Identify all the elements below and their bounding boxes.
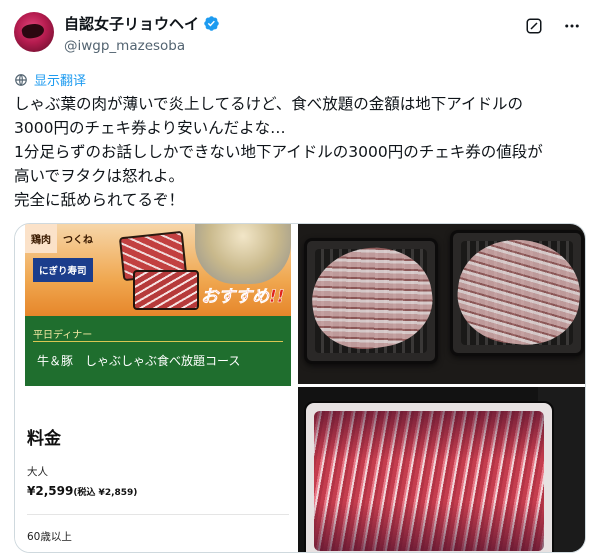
meat-plate-image <box>133 270 199 310</box>
user-handle[interactable]: @iwgp_mazesoba <box>64 38 220 54</box>
header-actions <box>524 16 582 36</box>
adult-price: ¥2,599(税込 ¥2,859) <box>27 484 137 498</box>
adult-price-tax: (税込 ¥2,859) <box>73 488 138 498</box>
verified-badge-icon <box>204 16 219 31</box>
menu-tabs: 鶏肉 つくね <box>25 224 99 253</box>
senior-label: 60歳以上 <box>27 531 72 543</box>
tweet-line: しゃぶ葉の肉が薄いで炎上してるけど、食べ放題の金額は地下アイドルの <box>14 95 524 113</box>
tweet-line: 完全に舐められてるぞ！ <box>14 191 185 209</box>
user-names: 自認女子リョウヘイ @iwgp_mazesoba <box>64 13 220 54</box>
course-subtitle: 平日ディナー <box>33 330 93 341</box>
tweet-line: 3000円のチェキ券より安いんだよな… <box>14 119 286 137</box>
menu-banner: 鶏肉 つくね にぎり寿司 おすすめ!! <box>25 224 291 316</box>
tweet-line: 1分足らずのお話ししかできない地下アイドルの3000円のチェキ券の値段が <box>14 143 543 161</box>
fee-title: 料金 <box>27 429 61 449</box>
media-image-menu-card[interactable]: 鶏肉 つくね にぎり寿司 おすすめ!! 平日ディナー 牛＆豚 しゃぶしゃぶ食べ放… <box>15 224 295 552</box>
course-divider <box>33 341 283 342</box>
price-divider <box>27 514 289 515</box>
menu-tab: 鶏肉 <box>25 224 57 253</box>
display-name[interactable]: 自認女子リョウヘイ <box>64 13 220 34</box>
adult-label: 大人 <box>27 466 48 478</box>
grok-icon[interactable] <box>524 16 544 36</box>
tweet-header: 自認女子リョウヘイ @iwgp_mazesoba <box>14 10 586 60</box>
translate-label[interactable]: 显示翻译 <box>34 70 86 89</box>
media-image-meat-tray[interactable] <box>298 387 585 552</box>
course-title: 牛＆豚 しゃぶしゃぶ食べ放題コース <box>37 354 241 368</box>
translate-globe-icon <box>15 73 27 86</box>
translate-link[interactable]: 显示翻译 <box>14 70 86 89</box>
avatar[interactable] <box>14 12 54 52</box>
media-grid: 鶏肉 つくね にぎり寿司 おすすめ!! 平日ディナー 牛＆豚 しゃぶしゃぶ食べ放… <box>14 223 586 553</box>
media-image-grills[interactable] <box>298 224 585 384</box>
recommend-label: おすすめ!! <box>201 287 285 308</box>
display-name-text[interactable]: 自認女子リョウヘイ <box>64 13 199 34</box>
more-dots-icon[interactable] <box>562 16 582 36</box>
meat-shading <box>314 411 544 551</box>
nigiri-label: にぎり寿司 <box>33 258 93 282</box>
tweet-line: 高いでヲタクは怒れよ。 <box>14 167 185 185</box>
course-banner: 平日ディナー 牛＆豚 しゃぶしゃぶ食べ放題コース <box>25 316 291 386</box>
tweet-text: しゃぶ葉の肉が薄いで炎上してるけど、食べ放題の金額は地下アイドルの 3000円の… <box>14 92 586 212</box>
hotpot-image <box>195 224 291 284</box>
menu-tab: つくね <box>63 235 93 246</box>
adult-price-value: ¥2,599 <box>27 484 74 498</box>
